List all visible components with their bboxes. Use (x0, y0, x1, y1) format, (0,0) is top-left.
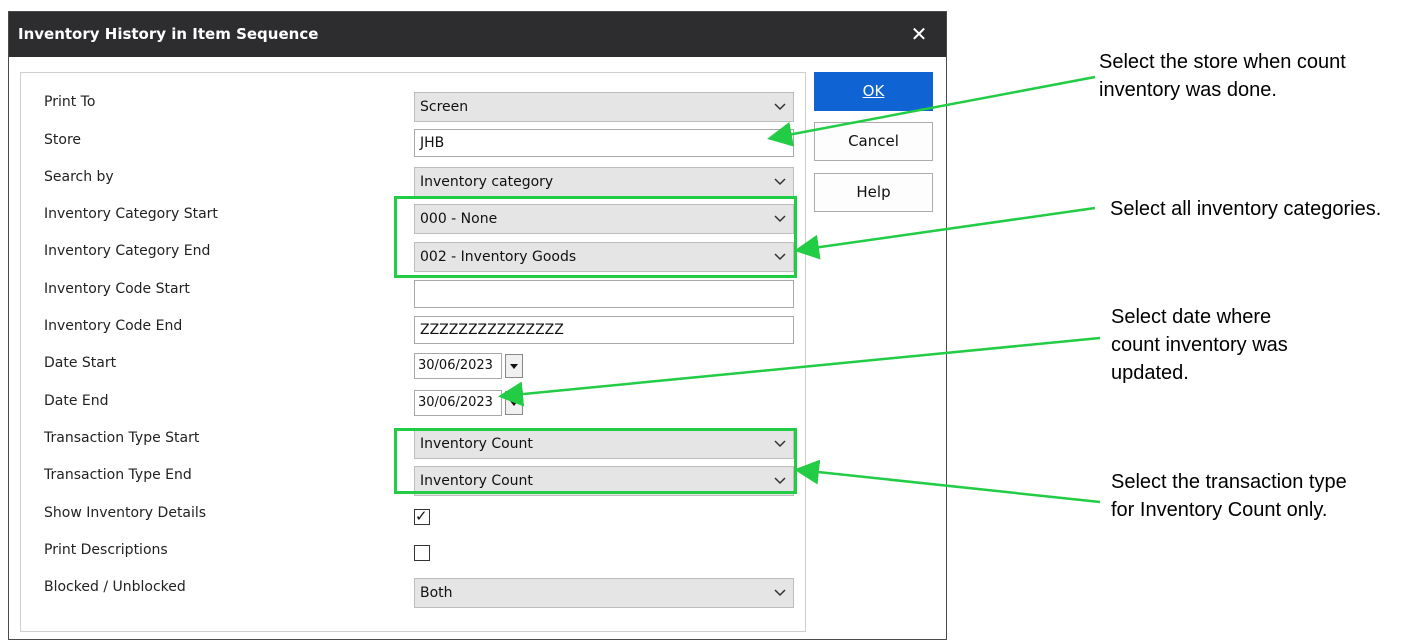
date-annotation-line1: Select date where (1111, 306, 1272, 328)
categories-annotation: Select all inventory categories. (1110, 195, 1381, 223)
date-annotation-line2: count inventory was (1111, 334, 1288, 356)
date-annotation: Select date where count inventory was up… (1111, 303, 1288, 387)
store-annotation-line1: Select the store when count (1099, 51, 1346, 73)
transaction-type-annotation-line1: Select the transaction type (1111, 471, 1347, 493)
categories-arrow (794, 206, 1096, 260)
categories-annotation-text: Select all inventory categories. (1110, 198, 1382, 220)
store-annotation: Select the store when count inventory wa… (1099, 48, 1346, 104)
transaction-type-arrow (794, 459, 1101, 504)
store-arrow (767, 75, 1096, 147)
store-annotation-line2: inventory was done. (1099, 79, 1277, 101)
date-annotation-line3: updated. (1111, 362, 1189, 384)
date-arrow (498, 336, 1101, 407)
transaction-type-annotation-line2: for Inventory Count only. (1111, 499, 1328, 521)
transaction-type-annotation: Select the transaction type for Inventor… (1111, 468, 1347, 524)
